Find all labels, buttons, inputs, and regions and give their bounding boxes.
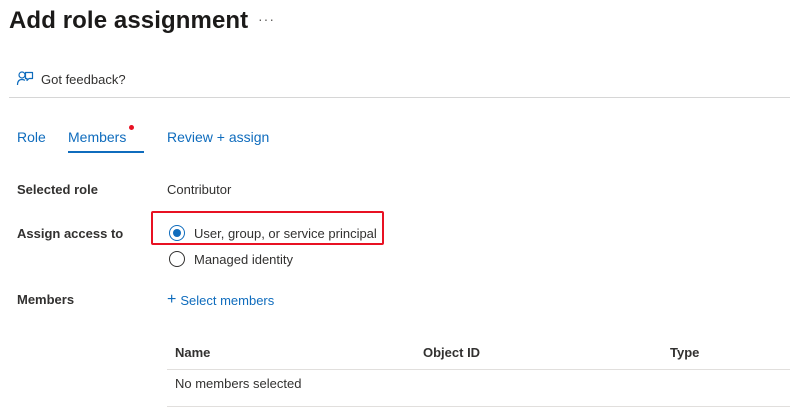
- header-divider: [9, 97, 790, 98]
- column-header-type: Type: [670, 345, 700, 360]
- assign-access-label: Assign access to: [17, 226, 124, 241]
- radio-button-checked[interactable]: [169, 225, 185, 241]
- radio-user-group-service-principal[interactable]: User, group, or service principal: [169, 223, 377, 243]
- empty-table-message: No members selected: [175, 376, 302, 391]
- radio-managed-identity[interactable]: Managed identity: [169, 249, 293, 269]
- tab-role[interactable]: Role: [17, 127, 46, 147]
- tab-members-indicator: [129, 125, 134, 130]
- add-role-assignment-page: Add role assignment ··· Got feedback? Ro…: [0, 0, 790, 413]
- feedback-link[interactable]: Got feedback?: [16, 68, 126, 90]
- select-members-label: Select members: [180, 292, 275, 308]
- radio-button-unchecked[interactable]: [169, 251, 185, 267]
- table-header-divider: [167, 369, 790, 370]
- page-title: Add role assignment: [9, 7, 249, 34]
- table-bottom-divider: [167, 406, 790, 407]
- active-tab-underline: [68, 151, 144, 153]
- members-label: Members: [17, 292, 75, 307]
- select-members-link[interactable]: + Select members: [167, 291, 274, 309]
- radio-label-managed-identity: Managed identity: [194, 251, 294, 267]
- selected-role-label: Selected role: [17, 182, 98, 197]
- selected-role-value: Contributor: [167, 182, 232, 197]
- radio-label-user-group: User, group, or service principal: [194, 225, 377, 241]
- more-options-button[interactable]: ···: [258, 9, 275, 29]
- column-header-object-id: Object ID: [423, 345, 481, 360]
- tab-members[interactable]: Members: [68, 127, 126, 147]
- feedback-icon: [16, 70, 34, 88]
- feedback-label: Got feedback?: [41, 71, 126, 87]
- tab-review-assign[interactable]: Review + assign: [167, 127, 269, 147]
- column-header-name: Name: [175, 345, 211, 360]
- plus-icon: +: [167, 291, 177, 308]
